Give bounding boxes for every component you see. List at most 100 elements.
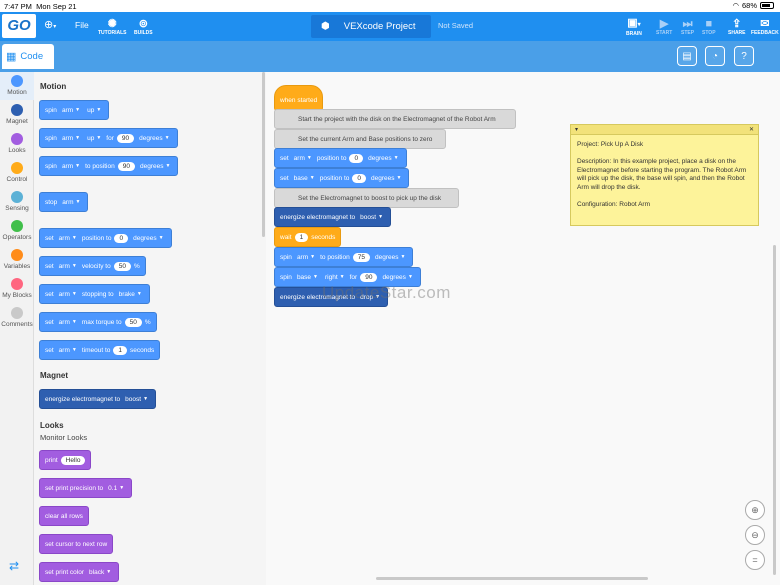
block-energize-electromagnet[interactable]: energize electromagnet to boost ▼ xyxy=(274,207,392,227)
block-set-velocity[interactable]: set arm ▼ velocity to 50 % xyxy=(39,256,146,276)
workspace-vertical-scrollbar[interactable] xyxy=(773,245,776,575)
comment-block[interactable]: Start the project with the disk on the E… xyxy=(274,109,516,129)
block-set-cursor-next-row[interactable]: set cursor to next row xyxy=(39,534,114,554)
number-input[interactable]: 0 xyxy=(352,173,366,183)
project-note[interactable]: ▾ ✕ Project: Pick Up A Disk Description:… xyxy=(570,124,759,226)
project-name-box[interactable]: ⬢ VEXcode Project xyxy=(311,15,431,38)
motor-dropdown[interactable]: base ▼ xyxy=(292,175,317,182)
motor-dropdown[interactable]: arm ▼ xyxy=(57,263,79,270)
motor-dropdown[interactable]: arm ▼ xyxy=(57,235,79,242)
unit-dropdown[interactable]: degrees ▼ xyxy=(137,135,171,142)
number-input[interactable]: 0 xyxy=(349,153,364,163)
category-variables[interactable]: Variables xyxy=(0,249,34,270)
help-button[interactable]: ? xyxy=(734,46,754,66)
block-spin-to-position[interactable]: spin arm ▼ to position 90 degrees ▼ xyxy=(39,156,179,176)
text-input[interactable]: Hello xyxy=(60,455,86,465)
color-dropdown[interactable]: black ▼ xyxy=(87,569,113,576)
category-comments[interactable]: Comments xyxy=(0,307,34,328)
category-magnet[interactable]: Magnet xyxy=(0,104,34,125)
category-operators[interactable]: Operators xyxy=(0,220,34,241)
number-input[interactable]: 0 xyxy=(114,233,129,243)
stop-button[interactable]: ■ STOP xyxy=(702,12,716,41)
category-control[interactable]: Control xyxy=(0,162,34,183)
unit-dropdown[interactable]: degrees ▼ xyxy=(131,235,165,242)
zoom-out-button[interactable]: ⊖ xyxy=(745,525,765,545)
block-spin-for[interactable]: spin arm ▼ up ▼ for 90 degrees ▼ xyxy=(39,128,178,148)
comment-block[interactable]: Set the current Arm and Base positions t… xyxy=(274,129,446,149)
language-globe-icon[interactable]: ⊕▾ xyxy=(44,18,56,31)
precision-dropdown[interactable]: 0.1 ▼ xyxy=(106,485,126,492)
block-spin-to-position[interactable]: spin arm ▼ to position 75 degrees ▼ xyxy=(274,247,414,267)
block-set-position[interactable]: set arm ▼ position to 0 degrees ▼ xyxy=(274,148,407,168)
extensions-icon[interactable]: ⇄ xyxy=(9,559,19,573)
block-set-max-torque[interactable]: set arm ▼ max torque to 50 % xyxy=(39,312,157,332)
file-menu[interactable]: File xyxy=(75,20,89,30)
block-set-position[interactable]: set arm ▼ position to 0 degrees ▼ xyxy=(39,228,172,248)
block-clear-all-rows[interactable]: clear all rows xyxy=(39,506,89,526)
number-input[interactable]: 90 xyxy=(117,161,135,171)
unit-dropdown[interactable]: degrees ▼ xyxy=(380,274,414,281)
close-icon[interactable]: ✕ xyxy=(749,126,754,133)
code-tab[interactable]: ▦ Code xyxy=(2,44,54,69)
unit-dropdown[interactable]: degrees ▼ xyxy=(373,254,407,261)
collapse-icon[interactable]: ▾ xyxy=(575,126,578,133)
block-energize-electromagnet[interactable]: energize electromagnet to boost ▼ xyxy=(39,389,157,409)
brain-button[interactable]: ▣▾ BRAIN xyxy=(626,12,642,41)
direction-dropdown[interactable]: up ▼ xyxy=(85,107,103,114)
zoom-reset-button[interactable]: = xyxy=(745,550,765,570)
motor-dropdown[interactable]: arm ▼ xyxy=(60,107,82,114)
block-text: position to xyxy=(316,154,347,162)
block-when-started[interactable]: when started xyxy=(274,85,324,111)
number-input[interactable]: 1 xyxy=(113,345,127,355)
block-set-timeout[interactable]: set arm ▼ timeout to 1 seconds xyxy=(39,340,161,360)
number-input[interactable]: 90 xyxy=(116,133,135,143)
block-set-print-color[interactable]: set print color black ▼ xyxy=(39,562,120,582)
category-looks[interactable]: Looks xyxy=(0,133,34,154)
number-input[interactable]: 50 xyxy=(124,317,142,327)
category-sensing[interactable]: Sensing xyxy=(0,191,34,212)
tutorials-button[interactable]: ✺ TUTORIALS xyxy=(98,12,127,41)
comment-block[interactable]: Set the Electromagnet to boost to pick u… xyxy=(274,188,459,208)
unit-dropdown[interactable]: degrees ▼ xyxy=(369,175,403,182)
step-button[interactable]: ⏭ STEP xyxy=(681,12,694,41)
dashboard-button[interactable]: ◔ xyxy=(705,46,725,66)
device-config-button[interactable]: ▤ xyxy=(677,46,697,66)
feedback-button[interactable]: ✉ FEEDBACK xyxy=(751,12,779,41)
number-input[interactable]: 1 xyxy=(294,232,309,242)
start-button[interactable]: ▶ START xyxy=(656,12,672,41)
vexcode-go-logo[interactable]: GO xyxy=(2,14,36,38)
motor-dropdown[interactable]: arm ▼ xyxy=(57,291,79,298)
palette-scrollbar[interactable] xyxy=(262,72,265,237)
number-input[interactable]: 50 xyxy=(113,261,131,271)
block-wait[interactable]: wait 1 seconds xyxy=(274,227,342,247)
block-spin[interactable]: spin arm ▼ up ▼ xyxy=(39,100,110,120)
direction-dropdown[interactable]: right ▼ xyxy=(323,274,347,281)
unit-dropdown[interactable]: degrees ▼ xyxy=(138,163,172,170)
block-set-stopping[interactable]: set arm ▼ stopping to brake ▼ xyxy=(39,284,150,304)
zoom-in-button[interactable]: ⊕ xyxy=(745,500,765,520)
motor-dropdown[interactable]: arm ▼ xyxy=(60,163,82,170)
motor-dropdown[interactable]: arm ▼ xyxy=(60,199,82,206)
category-motion[interactable]: Motion xyxy=(0,72,34,100)
workspace-horizontal-scrollbar[interactable] xyxy=(376,577,648,580)
stopping-dropdown[interactable]: brake ▼ xyxy=(117,291,144,298)
magnet-mode-dropdown[interactable]: boost ▼ xyxy=(358,214,385,221)
share-button[interactable]: ⇪ SHARE xyxy=(728,12,746,41)
block-set-position[interactable]: set base ▼ position to 0 degrees ▼ xyxy=(274,168,410,188)
motor-dropdown[interactable]: arm ▼ xyxy=(57,347,79,354)
number-input[interactable]: 90 xyxy=(360,272,378,282)
category-my-blocks[interactable]: My Blocks xyxy=(0,278,34,299)
motor-dropdown[interactable]: arm ▼ xyxy=(295,254,317,261)
block-print[interactable]: print Hello xyxy=(39,450,92,470)
motor-dropdown[interactable]: base ▼ xyxy=(295,274,320,281)
motor-dropdown[interactable]: arm ▼ xyxy=(57,319,79,326)
motor-dropdown[interactable]: arm ▼ xyxy=(292,155,314,162)
unit-dropdown[interactable]: degrees ▼ xyxy=(366,155,400,162)
direction-dropdown[interactable]: up ▼ xyxy=(85,135,103,142)
motor-dropdown[interactable]: arm ▼ xyxy=(60,135,82,142)
number-input[interactable]: 75 xyxy=(352,252,370,262)
block-set-print-precision[interactable]: set print precision to 0.1 ▼ xyxy=(39,478,133,498)
magnet-mode-dropdown[interactable]: boost ▼ xyxy=(123,396,150,403)
block-stop[interactable]: stop arm ▼ xyxy=(39,192,89,212)
builds-button[interactable]: ⊚ BUILDS xyxy=(134,12,153,41)
